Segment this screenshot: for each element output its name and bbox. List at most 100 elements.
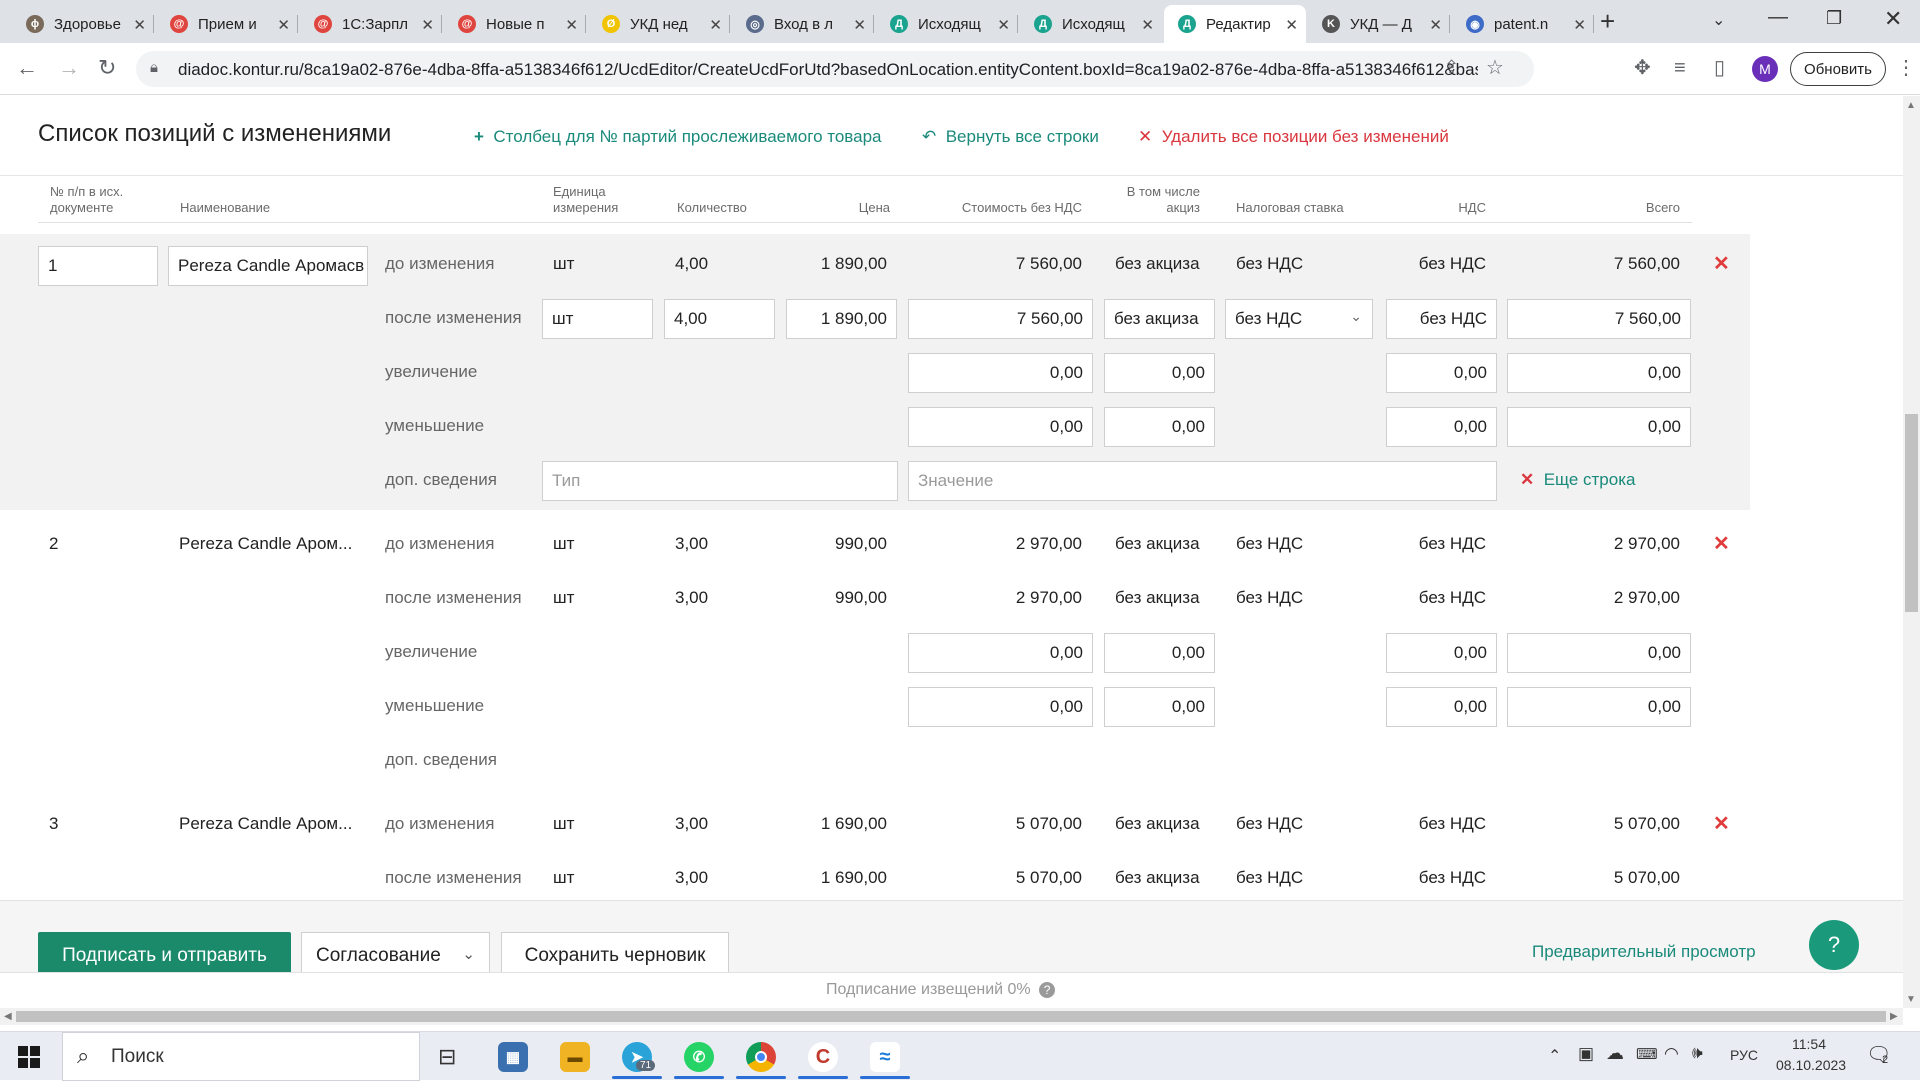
close-tab-icon[interactable]: ✕ (709, 16, 722, 34)
file-explorer-icon[interactable]: ▬ (560, 1042, 590, 1072)
close-tab-icon[interactable]: ✕ (853, 16, 866, 34)
item-1-delete-icon[interactable]: ✕ (1713, 251, 1730, 276)
calculator-icon[interactable]: ▦ (498, 1042, 528, 1072)
forward-icon[interactable]: → (58, 57, 80, 79)
item-1-after-vat-input[interactable]: без НДС (1386, 299, 1497, 339)
close-tab-icon[interactable]: ✕ (133, 16, 146, 34)
share-icon[interactable]: ⇪ (1444, 57, 1459, 78)
item-1-increase-cost[interactable]: 0,00 (908, 353, 1093, 393)
item-1-extra-type-input[interactable]: Тип (542, 461, 898, 501)
browser-tab[interactable]: @1С:Зарпл ✕ (300, 5, 442, 43)
item-2-increase-cost[interactable]: 0,00 (908, 633, 1093, 673)
item-1-name-input[interactable]: Pereza Candle Аромасв (168, 246, 368, 286)
tray-chevron-icon[interactable]: ⌃ (1548, 1046, 1561, 1066)
item-1-increase-excise[interactable]: 0,00 (1104, 353, 1215, 393)
more-row-link[interactable]: ✕ Еще строка (1520, 470, 1635, 490)
scroll-right-arrow-icon[interactable]: ▶ (1890, 1011, 1898, 1022)
taskbar-search-box[interactable]: ⌕ Поиск (62, 1032, 420, 1081)
cloud-icon[interactable]: ☁ (1606, 1043, 1624, 1064)
vertical-scroll-thumb[interactable] (1905, 414, 1918, 612)
keyboard-icon[interactable]: ⌨ (1636, 1045, 1658, 1063)
close-tab-icon[interactable]: ✕ (1573, 16, 1586, 34)
minimize-icon[interactable]: — (1768, 6, 1788, 29)
task-view-icon[interactable]: ⊟ (438, 1044, 456, 1070)
app-c-icon[interactable]: C (808, 1042, 838, 1072)
item-2-decrease-vat[interactable]: 0,00 (1386, 687, 1497, 727)
item-1-decrease-excise[interactable]: 0,00 (1104, 407, 1215, 447)
item-1-num-input[interactable]: 1 (38, 246, 158, 286)
media-icon[interactable]: ≡ (1674, 57, 1686, 79)
back-icon[interactable]: ← (16, 57, 38, 79)
item-1-decrease-total[interactable]: 0,00 (1507, 407, 1691, 447)
browser-tab[interactable]: ◎ Вход в л ✕ (732, 5, 874, 43)
item-1-increase-vat[interactable]: 0,00 (1386, 353, 1497, 393)
scroll-up-arrow-icon[interactable]: ▲ (1906, 100, 1916, 111)
close-tab-icon[interactable]: ✕ (1285, 16, 1298, 34)
profile-avatar[interactable]: M (1752, 56, 1778, 82)
browser-tab[interactable]: @ Новые п ✕ (444, 5, 586, 43)
item-1-after-unit-input[interactable]: шт (542, 299, 653, 339)
language-indicator[interactable]: РУС (1730, 1047, 1758, 1063)
scroll-left-arrow-icon[interactable]: ◀ (4, 1011, 12, 1022)
close-window-icon[interactable]: ✕ (1884, 6, 1902, 32)
chrome-icon[interactable] (746, 1042, 776, 1072)
restore-icon[interactable]: ❐ (1826, 8, 1842, 29)
item-3-delete-icon[interactable]: ✕ (1713, 811, 1730, 836)
help-button[interactable]: ? (1809, 920, 1859, 970)
delete-unchanged-link[interactable]: ✕ Удалить все позиции без изменений (1138, 127, 1449, 147)
scroll-down-arrow-icon[interactable]: ▼ (1906, 994, 1916, 1005)
item-1-decrease-cost[interactable]: 0,00 (908, 407, 1093, 447)
close-tab-icon[interactable]: ✕ (565, 16, 578, 34)
item-1-after-rate-select[interactable]: без НДС ⌄ (1225, 299, 1373, 339)
close-tab-icon[interactable]: ✕ (1429, 16, 1442, 34)
lock-icon[interactable]: 🔒︎ (150, 59, 158, 76)
tab-search-icon[interactable]: ⌄ (1712, 10, 1725, 30)
wifi-icon[interactable]: ◠ (1664, 1044, 1679, 1064)
item-2-increase-total[interactable]: 0,00 (1507, 633, 1691, 673)
item-1-extra-value-input[interactable]: Значение (908, 461, 1497, 501)
close-tab-icon[interactable]: ✕ (421, 16, 434, 34)
update-button[interactable]: Обновить (1790, 52, 1886, 86)
browser-tab[interactable]: K УКД — Д ✕ (1308, 5, 1450, 43)
item-1-after-excise-input[interactable]: без акциза (1104, 299, 1215, 339)
item-2-increase-vat[interactable]: 0,00 (1386, 633, 1497, 673)
item-2-delete-icon[interactable]: ✕ (1713, 531, 1730, 556)
item-2-decrease-excise[interactable]: 0,00 (1104, 687, 1215, 727)
browser-tab[interactable]: Д Исходящ ✕ (1020, 5, 1162, 43)
item-1-after-cost-input[interactable]: 7 560,00 (908, 299, 1093, 339)
preview-link[interactable]: Предварительный просмотр (1532, 942, 1756, 962)
browser-tab[interactable]: Д Исходящ ✕ (876, 5, 1018, 43)
browser-tab[interactable]: Д Редактир ✕ (1164, 5, 1306, 43)
item-1-decrease-vat[interactable]: 0,00 (1386, 407, 1497, 447)
reload-icon[interactable]: ↻ (98, 57, 116, 79)
horizontal-scroll-thumb[interactable] (16, 1011, 1886, 1022)
close-tab-icon[interactable]: ✕ (997, 16, 1010, 34)
item-2-increase-excise[interactable]: 0,00 (1104, 633, 1215, 673)
question-icon[interactable]: ? (1039, 982, 1056, 998)
bookmark-star-icon[interactable]: ☆ (1486, 55, 1504, 80)
add-batch-column-link[interactable]: + Столбец для № партий прослеживаемого т… (474, 127, 882, 147)
item-2-decrease-cost[interactable]: 0,00 (908, 687, 1093, 727)
revert-rows-link[interactable]: ↶ Вернуть все строки (922, 127, 1099, 147)
windows-start-icon[interactable] (18, 1046, 40, 1068)
url-field[interactable]: 🔒︎ diadoc.kontur.ru/8ca19a02-876e-4dba-8… (136, 51, 1534, 87)
item-1-after-price-input[interactable]: 1 890,00 (786, 299, 897, 339)
app-swoosh-icon[interactable]: ≈ (870, 1042, 900, 1072)
close-tab-icon[interactable]: ✕ (277, 16, 290, 34)
whatsapp-icon[interactable]: ✆ (684, 1042, 714, 1072)
browser-tab[interactable]: @ Прием и ✕ (156, 5, 298, 43)
menu-kebab-icon[interactable]: ⋮ (1896, 57, 1916, 79)
item-2-decrease-total[interactable]: 0,00 (1507, 687, 1691, 727)
extensions-icon[interactable]: ✥ (1634, 57, 1651, 79)
close-tab-icon[interactable]: ✕ (1141, 16, 1154, 34)
side-panel-icon[interactable]: ▯ (1714, 57, 1725, 79)
clock-date[interactable]: 08.10.2023 (1776, 1057, 1846, 1073)
item-1-after-total-input[interactable]: 7 560,00 (1507, 299, 1691, 339)
item-1-increase-total[interactable]: 0,00 (1507, 353, 1691, 393)
browser-tab[interactable]: Ø УКД нед ✕ (588, 5, 730, 43)
meet-icon[interactable]: ▣ (1578, 1044, 1594, 1064)
browser-tab[interactable]: ◉ patent.n ✕ (1452, 5, 1594, 43)
item-1-after-qty-input[interactable]: 4,00 (664, 299, 775, 339)
volume-icon[interactable]: 🕪︎ (1692, 1043, 1703, 1063)
clock-time[interactable]: 11:54 (1792, 1036, 1826, 1052)
